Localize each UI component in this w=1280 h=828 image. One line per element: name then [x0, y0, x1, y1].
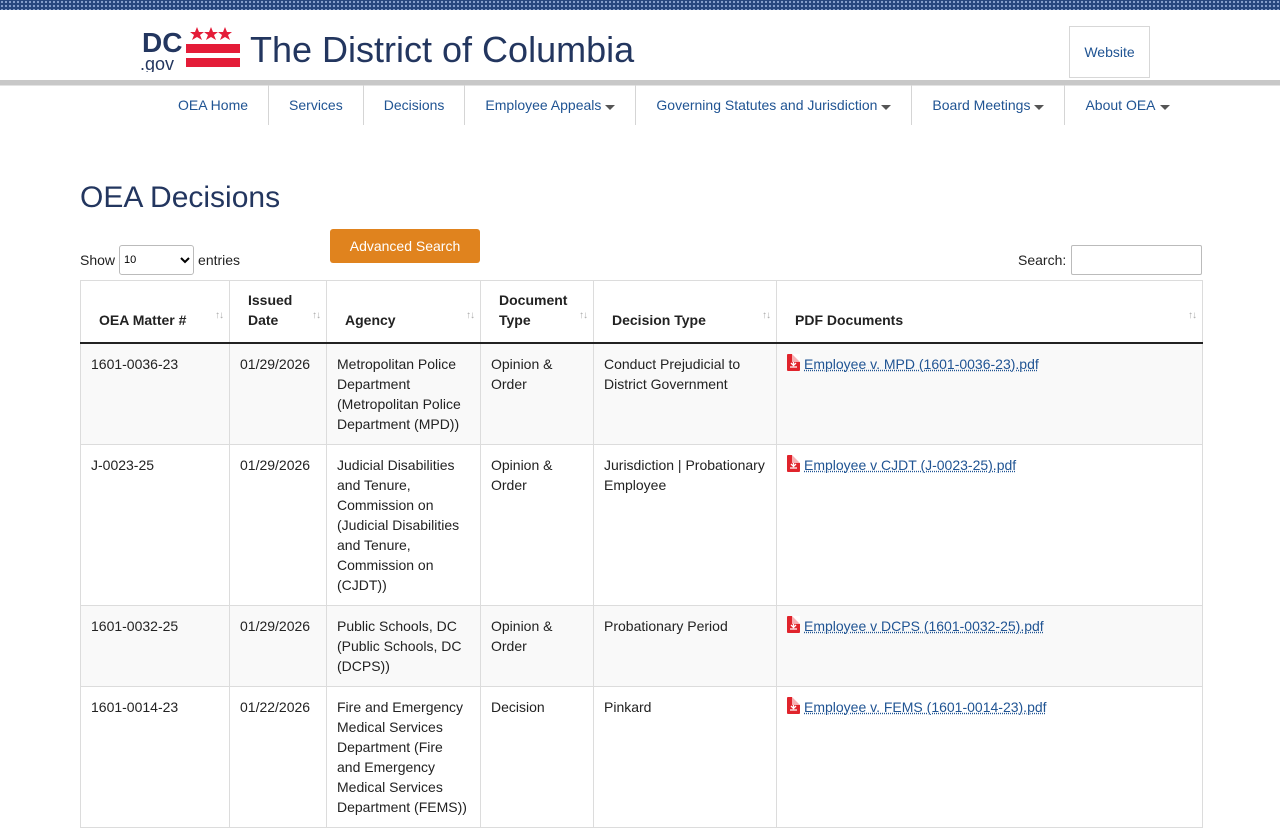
cell-issued: 01/29/2026: [230, 605, 327, 686]
cell-pdf: Employee v DCPS (1601-0032-25).pdf: [777, 605, 1203, 686]
show-label: Show: [80, 252, 115, 268]
caret-down-icon: [1160, 105, 1170, 110]
nav-oea-home[interactable]: OEA Home: [158, 85, 269, 125]
cell-issued: 01/22/2026: [230, 686, 327, 827]
col-oea-matter[interactable]: OEA Matter # ↑↓: [81, 281, 230, 343]
cell-doc-type: Opinion & Order: [481, 605, 594, 686]
cell-pdf: Employee v CJDT (J-0023-25).pdf: [777, 444, 1203, 605]
sort-icon: ↑↓: [312, 306, 320, 326]
cell-decision-type: Pinkard: [594, 686, 777, 827]
col-label: Issued Date: [248, 292, 292, 328]
table-search: Search:: [1018, 245, 1202, 275]
nav-label: Employee Appeals: [485, 97, 601, 113]
pdf-link-text[interactable]: Employee v DCPS (1601-0032-25).pdf: [804, 616, 1044, 636]
logo-gov-text: .gov: [140, 54, 174, 72]
caret-down-icon: [1034, 105, 1044, 110]
nav-label: OEA Home: [178, 97, 248, 113]
col-label: Document Type: [499, 292, 567, 328]
sort-icon: ↑↓: [579, 306, 587, 326]
page-title: OEA Decisions: [80, 181, 280, 214]
cell-agency: Metropolitan Police Department (Metropol…: [327, 343, 481, 445]
cell-issued: 01/29/2026: [230, 444, 327, 605]
pdf-file-icon: [787, 455, 800, 472]
col-decision-type[interactable]: Decision Type ↑↓: [594, 281, 777, 343]
table-header-row: OEA Matter # ↑↓ Issued Date ↑↓ Agency ↑↓ Do…: [81, 281, 1203, 343]
pdf-file-icon: [787, 354, 800, 371]
cell-matter: 1601-0036-23: [81, 343, 230, 445]
dc-gov-logo[interactable]: DC .gov: [140, 26, 240, 72]
top-stripe: [0, 0, 1280, 10]
pdf-file-icon: [787, 616, 800, 633]
nav-label: About OEA: [1085, 97, 1155, 113]
entries-label: entries: [198, 252, 240, 268]
cell-decision-type: Jurisdiction | Probationary Employee: [594, 444, 777, 605]
nav-label: Decisions: [384, 97, 445, 113]
pdf-link[interactable]: Employee v. FEMS (1601-0014-23).pdf: [787, 697, 1047, 717]
dc-flag-icon: DC .gov: [140, 26, 240, 72]
col-pdf-documents[interactable]: PDF Documents ↑↓: [777, 281, 1203, 343]
cell-doc-type: Opinion & Order: [481, 444, 594, 605]
table-row: J-0023-25 01/29/2026 Judicial Disabiliti…: [81, 444, 1203, 605]
cell-decision-type: Probationary Period: [594, 605, 777, 686]
cell-matter: J-0023-25: [81, 444, 230, 605]
table-row: 1601-0014-23 01/22/2026 Fire and Emergen…: [81, 686, 1203, 827]
col-label: OEA Matter #: [99, 312, 186, 328]
sort-icon: ↑↓: [762, 306, 770, 326]
website-button[interactable]: Website: [1069, 26, 1150, 78]
sort-icon: ↑↓: [1188, 306, 1196, 326]
site-title[interactable]: The District of Columbia: [250, 32, 634, 68]
pdf-link[interactable]: Employee v. MPD (1601-0036-23).pdf: [787, 354, 1039, 374]
nav-label: Board Meetings: [932, 97, 1030, 113]
decisions-table: OEA Matter # ↑↓ Issued Date ↑↓ Agency ↑↓ Do…: [80, 280, 1203, 828]
col-label: PDF Documents: [795, 312, 903, 328]
sort-icon: ↑↓: [215, 306, 223, 326]
pdf-file-icon: [787, 697, 800, 714]
cell-matter: 1601-0032-25: [81, 605, 230, 686]
nav-services[interactable]: Services: [269, 85, 364, 125]
site-header: DC .gov The District of Columbia Website: [0, 10, 1280, 80]
col-label: Agency: [345, 312, 396, 328]
cell-agency: Fire and Emergency Medical Services Depa…: [327, 686, 481, 827]
col-label: Decision Type: [612, 312, 706, 328]
col-issued-date[interactable]: Issued Date ↑↓: [230, 281, 327, 343]
cell-pdf: Employee v. FEMS (1601-0014-23).pdf: [777, 686, 1203, 827]
search-input[interactable]: [1071, 245, 1202, 275]
cell-decision-type: Conduct Prejudicial to District Governme…: [594, 343, 777, 445]
caret-down-icon: [605, 105, 615, 110]
pdf-link[interactable]: Employee v CJDT (J-0023-25).pdf: [787, 455, 1016, 475]
pdf-link[interactable]: Employee v DCPS (1601-0032-25).pdf: [787, 616, 1044, 636]
cell-doc-type: Decision: [481, 686, 594, 827]
caret-down-icon: [881, 105, 891, 110]
cell-matter: 1601-0014-23: [81, 686, 230, 827]
search-label: Search:: [1018, 252, 1066, 268]
advanced-search-button[interactable]: Advanced Search: [330, 229, 480, 263]
table-row: 1601-0036-23 01/29/2026 Metropolitan Pol…: [81, 343, 1203, 445]
page-size-control: Show 10 entries: [80, 245, 240, 275]
nav-board-meetings[interactable]: Board Meetings: [912, 85, 1065, 125]
nav-employee-appeals[interactable]: Employee Appeals: [465, 85, 636, 125]
col-document-type[interactable]: Document Type ↑↓: [481, 281, 594, 343]
cell-agency: Public Schools, DC (Public Schools, DC (…: [327, 605, 481, 686]
nav-decisions[interactable]: Decisions: [364, 85, 466, 125]
cell-issued: 01/29/2026: [230, 343, 327, 445]
nav-about-oea[interactable]: About OEA: [1065, 85, 1189, 125]
pdf-link-text[interactable]: Employee v. FEMS (1601-0014-23).pdf: [804, 697, 1047, 717]
table-row: 1601-0032-25 01/29/2026 Public Schools, …: [81, 605, 1203, 686]
sort-icon: ↑↓: [466, 306, 474, 326]
cell-pdf: Employee v. MPD (1601-0036-23).pdf: [777, 343, 1203, 445]
nav-label: Services: [289, 97, 343, 113]
col-agency[interactable]: Agency ↑↓: [327, 281, 481, 343]
nav-label: Governing Statutes and Jurisdiction: [656, 97, 877, 113]
main-nav: OEA Home Services Decisions Employee App…: [158, 85, 1190, 125]
cell-doc-type: Opinion & Order: [481, 343, 594, 445]
pdf-link-text[interactable]: Employee v CJDT (J-0023-25).pdf: [804, 455, 1016, 475]
cell-agency: Judicial Disabilities and Tenure, Commis…: [327, 444, 481, 605]
page-size-select[interactable]: 10: [119, 245, 194, 275]
nav-governing-statutes[interactable]: Governing Statutes and Jurisdiction: [636, 85, 912, 125]
pdf-link-text[interactable]: Employee v. MPD (1601-0036-23).pdf: [804, 354, 1039, 374]
